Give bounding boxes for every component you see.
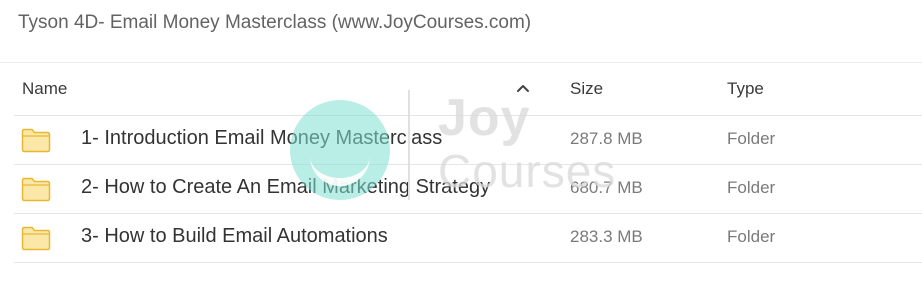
- row-type: Folder: [727, 227, 776, 246]
- row-divider: [14, 262, 922, 263]
- folder-icon: [21, 177, 51, 202]
- column-header-type[interactable]: Type: [727, 79, 764, 99]
- file-browser: Tyson 4D- Email Money Masterclass (www.J…: [0, 0, 922, 285]
- row-size: 287.8 MB: [570, 129, 643, 148]
- table-row[interactable]: 2- How to Create An Email Marketing Stra…: [0, 165, 922, 214]
- chevron-up-icon[interactable]: [516, 83, 530, 93]
- row-size: 680.7 MB: [570, 178, 643, 197]
- row-type: Folder: [727, 178, 776, 197]
- column-header-size[interactable]: Size: [570, 79, 603, 99]
- row-name[interactable]: 2- How to Create An Email Marketing Stra…: [81, 176, 490, 199]
- folder-icon: [21, 128, 51, 153]
- column-header-name[interactable]: Name: [22, 79, 67, 99]
- table-row[interactable]: 1- Introduction Email Money Masterclass …: [0, 116, 922, 165]
- row-name[interactable]: 1- Introduction Email Money Masterclass: [81, 127, 442, 150]
- page-title: Tyson 4D- Email Money Masterclass (www.J…: [18, 12, 532, 33]
- row-name[interactable]: 3- How to Build Email Automations: [81, 225, 388, 248]
- row-type: Folder: [727, 129, 776, 148]
- table-header: Name Size Type: [0, 63, 922, 115]
- row-size: 283.3 MB: [570, 227, 643, 246]
- table-row[interactable]: 3- How to Build Email Automations 283.3 …: [0, 214, 922, 263]
- folder-icon: [21, 226, 51, 251]
